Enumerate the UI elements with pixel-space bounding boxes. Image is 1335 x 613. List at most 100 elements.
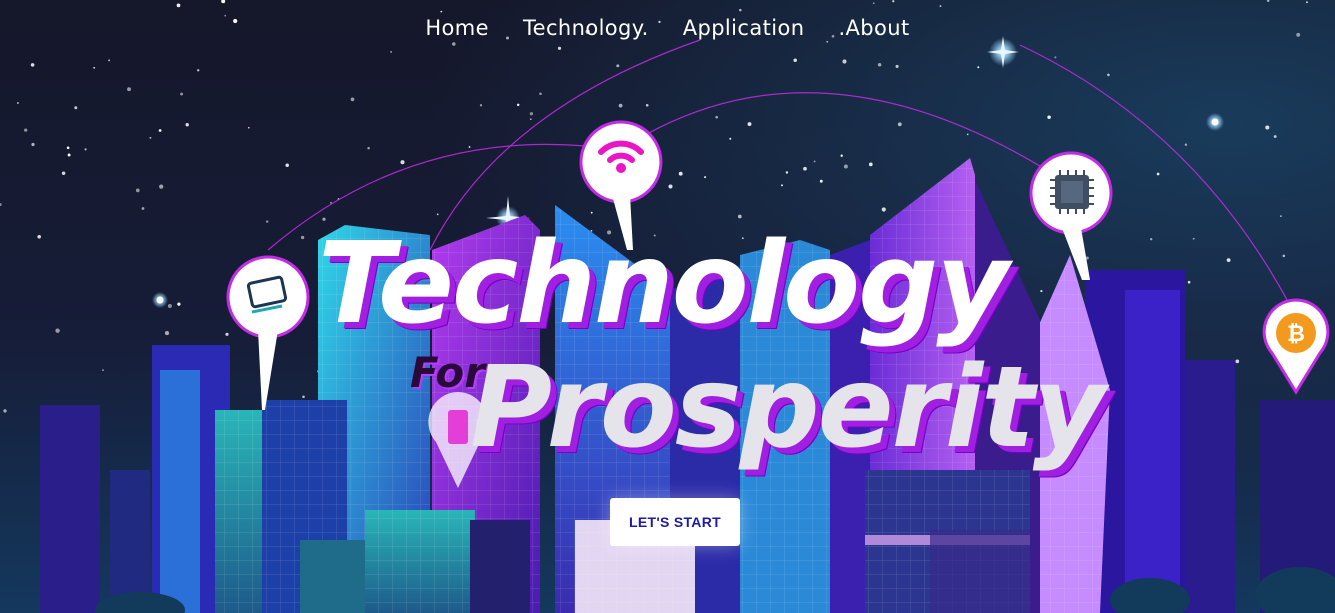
star: [530, 118, 532, 120]
svg-text:₿: ₿: [1287, 322, 1305, 347]
star: [367, 146, 370, 150]
star: [285, 163, 289, 168]
star: [55, 328, 60, 333]
star: [747, 122, 752, 127]
star: [1040, 290, 1043, 293]
star: [668, 184, 673, 189]
star: [1226, 258, 1231, 263]
star: [1273, 135, 1277, 138]
star: [24, 128, 28, 132]
star: [739, 8, 742, 12]
star: [590, 229, 593, 232]
star: [74, 106, 78, 110]
star: [16, 102, 19, 104]
star: [300, 235, 305, 240]
star: [781, 184, 783, 187]
star: [390, 50, 393, 53]
star: [618, 103, 623, 108]
star: [1107, 73, 1110, 77]
star: [1235, 359, 1240, 364]
star: [176, 3, 181, 8]
star: [1306, 1, 1308, 4]
star: [185, 123, 189, 127]
star: [1280, 215, 1282, 217]
star: [164, 331, 170, 336]
star: [715, 115, 718, 119]
star: [590, 211, 593, 214]
star: [1047, 115, 1051, 119]
star: [3, 409, 7, 413]
star: [61, 171, 66, 175]
star: [842, 59, 847, 64]
star: [966, 133, 969, 136]
star: [1149, 237, 1153, 241]
star: [322, 217, 326, 221]
star: [141, 207, 145, 210]
star: [436, 213, 439, 216]
star: [539, 92, 542, 96]
star: [645, 103, 649, 107]
star: [704, 176, 707, 179]
star: [180, 92, 184, 96]
star: [897, 122, 902, 127]
star: [127, 87, 131, 92]
star: [440, 10, 443, 13]
star: [977, 66, 980, 69]
star: [479, 104, 483, 107]
star: [302, 395, 305, 399]
star: [1184, 143, 1188, 146]
lets-start-button[interactable]: LET'S START: [610, 498, 740, 546]
star: [149, 136, 152, 139]
star: [516, 103, 520, 107]
star: [881, 207, 886, 212]
star: [452, 42, 456, 46]
star: [158, 129, 162, 132]
star: [177, 302, 181, 306]
star: [350, 97, 355, 102]
star: [67, 153, 71, 157]
star: [159, 184, 164, 189]
star: [826, 40, 829, 43]
star: [84, 148, 87, 151]
star: [135, 188, 140, 193]
star: [93, 66, 96, 69]
star: [30, 63, 35, 67]
star: [1265, 125, 1270, 130]
star: [468, 146, 471, 148]
star: [737, 214, 742, 219]
star: [37, 235, 41, 239]
star: [843, 164, 848, 169]
star: [803, 166, 807, 171]
star: [678, 171, 683, 176]
star: [557, 46, 562, 50]
nav-about[interactable]: .About: [838, 16, 909, 40]
star: [400, 160, 405, 165]
star: [167, 304, 172, 308]
star: [939, 5, 942, 8]
star: [813, 160, 816, 163]
star: [1054, 56, 1057, 59]
star: [840, 154, 843, 157]
star: [653, 234, 656, 237]
star: [529, 112, 534, 116]
nav-home[interactable]: Home: [425, 16, 489, 40]
star: [1282, 254, 1286, 258]
nav-application[interactable]: Application: [683, 16, 805, 40]
star: [225, 332, 229, 336]
star: [197, 69, 200, 72]
star: [1187, 280, 1191, 284]
star: [819, 179, 823, 183]
nav-technology[interactable]: Technology.: [523, 16, 649, 40]
star: [729, 137, 732, 140]
star: [892, 0, 895, 3]
star: [31, 142, 35, 147]
star: [108, 59, 111, 62]
star: [785, 171, 789, 174]
star: [102, 369, 104, 372]
star: [616, 64, 620, 68]
star: [741, 237, 744, 240]
main-nav: Home Technology. Application .About: [0, 16, 1335, 40]
star: [607, 230, 612, 235]
star: [265, 220, 269, 223]
star: [1156, 172, 1160, 176]
